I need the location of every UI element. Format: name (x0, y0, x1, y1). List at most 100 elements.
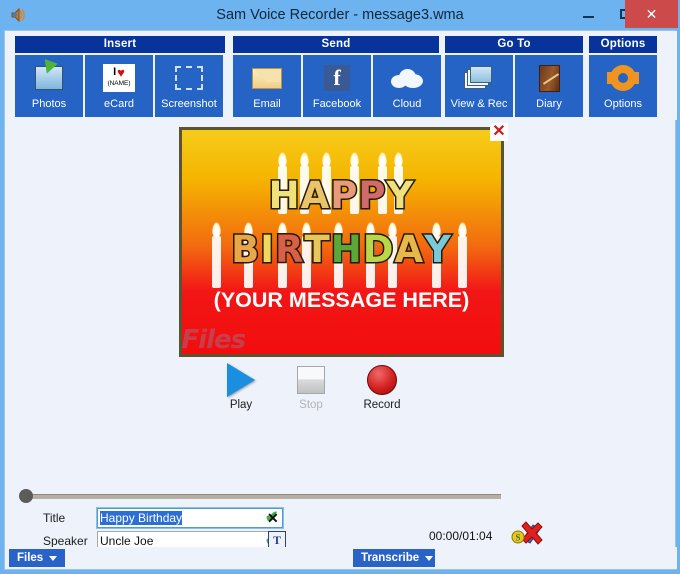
ribbon-button-ecard[interactable]: I ♥ (NAME) eCard (85, 55, 153, 117)
ecard-name-placeholder: (NAME) (107, 80, 131, 87)
client-area: Insert Photos I ♥ (NAME) eCard Screensho… (4, 30, 677, 570)
title-input-value: Happy Birthday (100, 511, 183, 525)
transcribe-menu-button[interactable]: Transcribe (353, 549, 435, 567)
card-title-letter: D (361, 227, 395, 273)
application-window: Sam Voice Recorder - message3.wma ✕ Inse… (0, 0, 680, 574)
transport-controls: Play Stop Record (205, 361, 435, 421)
watermark-text: SnapFiles (181, 325, 246, 355)
svg-text:S: S (515, 533, 520, 543)
title-row: Title Happy Birthday ✔ (43, 507, 303, 529)
play-button[interactable]: Play (209, 361, 273, 411)
ribbon-group-label-options: Options (589, 36, 657, 53)
ribbon-button-label: Diary (536, 98, 562, 110)
candle-flame (350, 152, 359, 167)
ribbon-button-photos[interactable]: Photos (15, 55, 83, 117)
chevron-down-icon (425, 555, 434, 561)
ribbon-button-view-and-rec[interactable]: View & Rec (445, 55, 513, 117)
card-title-line1: HAPPY (182, 173, 501, 219)
seek-slider[interactable] (19, 489, 505, 503)
record-icon (350, 361, 414, 399)
diary-book-icon (532, 62, 566, 94)
play-icon (209, 361, 273, 399)
card-title-letter: A (299, 173, 331, 219)
ribbon-button-label: eCard (104, 98, 134, 110)
ecard-i-letter: I (113, 66, 117, 78)
timecode-display: 00:00/01:04 (429, 529, 493, 543)
cloud-icon (390, 62, 424, 94)
ribbon-button-facebook[interactable]: f Facebook (303, 55, 371, 117)
stop-icon (279, 361, 343, 399)
title-input[interactable]: Happy Birthday (96, 507, 284, 529)
play-label: Play (229, 399, 253, 411)
files-menu-button[interactable]: Files (9, 549, 65, 567)
ecard-preview[interactable]: SnapFiles HAPPY BIRTHDAY (YOUR MESSAGE H… (179, 123, 508, 358)
candle-flame (378, 152, 387, 167)
ecard-icon: I ♥ (NAME) (102, 62, 136, 94)
ribbon-group-insert: Insert Photos I ♥ (NAME) eCard Screensho… (15, 36, 225, 117)
card-message: (YOUR MESSAGE HERE) (213, 288, 470, 312)
facebook-icon: f (320, 62, 354, 94)
photo-stack-icon (462, 62, 496, 94)
seek-track[interactable] (23, 494, 501, 499)
transcribe-menu-label: Transcribe (361, 552, 420, 564)
stop-label: Stop (299, 399, 323, 411)
seek-thumb[interactable] (19, 489, 33, 503)
card-title-letter: A (393, 227, 425, 273)
ribbon-button-label: Email (253, 98, 281, 110)
candle-flame (322, 152, 331, 167)
title-field-label: Title (43, 511, 66, 525)
card-title-line2: BIRTHDAY (182, 227, 501, 273)
ribbon-group-options: Options Options (589, 36, 657, 117)
ribbon-group-label-send: Send (233, 36, 439, 53)
files-menu-label: Files (17, 552, 44, 564)
heart-icon: ♥ (117, 65, 125, 80)
ribbon-group-label-insert: Insert (15, 36, 225, 53)
card-title-letter: Y (423, 227, 453, 273)
card-title-letter: P (357, 173, 387, 219)
minimize-button[interactable] (573, 0, 603, 28)
ribbon-button-screenshot[interactable]: Screenshot (155, 55, 223, 117)
ribbon-button-label: Photos (31, 98, 67, 110)
close-button[interactable]: ✕ (625, 0, 678, 28)
title-bar: Sam Voice Recorder - message3.wma ✕ (0, 0, 680, 30)
ribbon-button-options[interactable]: Options (589, 55, 657, 117)
title-clear-button[interactable]: ✕ (267, 508, 279, 528)
ribbon-group-label-goto: Go To (445, 36, 583, 53)
ribbon-button-diary[interactable]: Diary (515, 55, 583, 117)
stop-button[interactable]: Stop (279, 361, 343, 411)
card-title-letter: T (303, 227, 331, 273)
card-title-letter: I (259, 227, 276, 273)
ribbon-button-label: Cloud (392, 98, 422, 110)
gear-icon (606, 62, 640, 94)
ribbon-group-send: Send Email f Facebook Cloud (233, 36, 441, 117)
card-title-letter: Y (385, 173, 415, 219)
remove-card-button[interactable]: ✕ (490, 123, 508, 141)
chevron-down-icon (49, 555, 58, 561)
ribbon-button-email[interactable]: Email (233, 55, 301, 117)
ecard-image[interactable]: SnapFiles HAPPY BIRTHDAY (YOUR MESSAGE H… (179, 127, 504, 357)
photos-icon (32, 62, 66, 94)
ribbon-button-cloud[interactable]: Cloud (373, 55, 441, 117)
screenshot-icon (172, 62, 206, 94)
candle-flame (278, 152, 287, 167)
card-title-letter: H (329, 227, 363, 273)
status-bar: Files Transcribe (5, 547, 677, 569)
record-label: Record (363, 399, 401, 411)
record-button[interactable]: Record (350, 361, 414, 411)
ribbon-button-label: Facebook (312, 98, 362, 110)
candle-flame (394, 152, 403, 167)
ribbon-group-goto: Go To View & Rec Diary (445, 36, 583, 117)
candle-flame (300, 152, 309, 167)
close-icon: ✕ (645, 5, 658, 22)
ribbon-button-label: Screenshot (161, 98, 217, 110)
speaker-input-value: Uncle Joe (100, 534, 154, 548)
email-icon (250, 62, 284, 94)
card-title-letter: P (329, 173, 359, 219)
ribbon-toolbar: Insert Photos I ♥ (NAME) eCard Screensho… (5, 31, 677, 120)
ribbon-button-label: Options (604, 98, 642, 110)
card-title-letter: R (274, 227, 305, 273)
minimize-icon (582, 16, 594, 18)
facebook-f-glyph: f (324, 65, 350, 91)
card-title-letter: H (267, 173, 301, 219)
ribbon-button-label: View & Rec (450, 98, 508, 110)
